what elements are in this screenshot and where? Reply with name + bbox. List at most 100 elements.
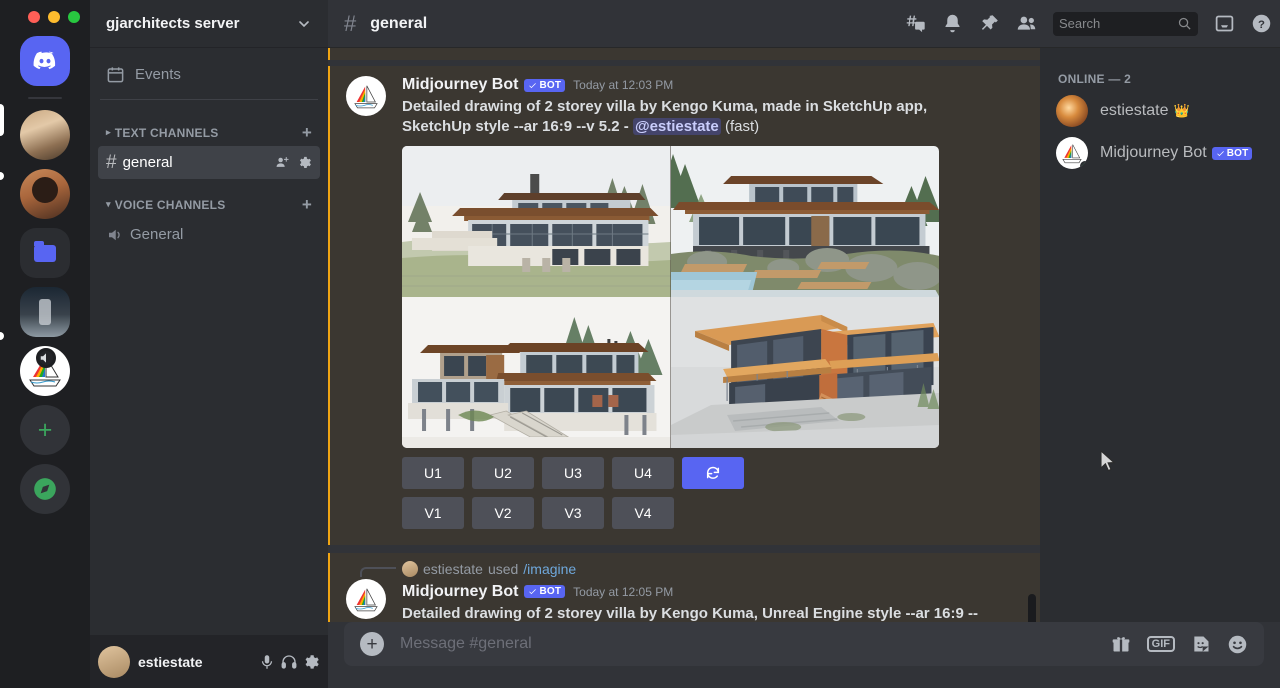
message-composer: + Message #general GIF	[328, 622, 1280, 688]
member-name-label: estiestate	[1100, 102, 1168, 120]
category-text-channels[interactable]: ▸ TEXT CHANNELS +	[90, 108, 328, 145]
folder-icon	[34, 245, 56, 262]
gift-icon[interactable]	[1111, 634, 1131, 654]
minimize-window-button[interactable]	[48, 11, 60, 23]
verified-check-icon	[1216, 149, 1225, 158]
mute-mic-button[interactable]	[258, 653, 276, 671]
message-gap	[328, 545, 1040, 553]
upscale-u4-button[interactable]: U4	[612, 457, 674, 489]
message-input-box[interactable]: + Message #general GIF	[344, 622, 1264, 666]
chevron-down-icon[interactable]	[296, 16, 312, 32]
prompt-line-1: Detailed drawing of 2 storey villa by Ke…	[402, 605, 978, 622]
job-status: (fast)	[725, 118, 759, 135]
server-midjourney[interactable]	[20, 346, 70, 396]
variation-button-row: V1 V2 V3 V4	[402, 497, 1024, 529]
sailboat-icon	[349, 582, 383, 616]
message-timestamp: Today at 12:03 PM	[573, 78, 673, 92]
member-item-estiestate[interactable]: estiestate 👑	[1048, 90, 1272, 132]
chevron-right-icon[interactable]: ▸	[106, 127, 111, 138]
discord-logo-icon	[31, 47, 59, 75]
bot-badge: BOT	[1212, 147, 1253, 160]
bell-icon[interactable]	[942, 13, 963, 34]
add-server-button[interactable]: +	[20, 405, 70, 455]
image-quadrant-1[interactable]	[402, 146, 671, 297]
explore-servers-button[interactable]	[20, 464, 70, 514]
reroll-button[interactable]	[682, 457, 744, 489]
server-rail: +	[0, 0, 90, 688]
slash-command-link[interactable]: /imagine	[523, 561, 576, 577]
message-input[interactable]: Message #general	[400, 635, 1095, 653]
message-author[interactable]: Midjourney Bot	[402, 583, 518, 601]
server-unread-pill	[0, 172, 4, 180]
help-icon[interactable]: ?	[1251, 13, 1272, 34]
member-name-label: Midjourney Bot	[1100, 144, 1207, 162]
attach-file-button[interactable]: +	[360, 632, 384, 656]
member-list: ONLINE — 2 estiestate 👑	[1040, 48, 1280, 622]
threads-icon[interactable]	[905, 13, 926, 34]
variation-v1-button[interactable]: V1	[402, 497, 464, 529]
prompt-line-2: SketchUp style --ar 16:9 --v 5.2	[402, 118, 620, 135]
channel-sidebar: gjarchitects server Events ▸ TEXT CHANNE…	[90, 0, 328, 688]
sidebar-divider	[100, 99, 318, 100]
server-header[interactable]: gjarchitects server	[90, 0, 328, 48]
sidebar-item-events[interactable]: Events	[98, 57, 320, 91]
chevron-down-small-icon[interactable]: ▾	[106, 199, 111, 210]
reply-username[interactable]: estiestate	[423, 561, 483, 577]
variation-v4-button[interactable]: V4	[612, 497, 674, 529]
window-controls[interactable]	[28, 11, 80, 23]
server-moon[interactable]	[20, 287, 70, 337]
inbox-icon[interactable]	[1214, 13, 1235, 34]
category-label: TEXT CHANNELS	[115, 126, 219, 140]
variation-v2-button[interactable]: V2	[472, 497, 534, 529]
avatar[interactable]	[346, 579, 386, 619]
members-icon[interactable]	[1016, 13, 1037, 34]
search-icon	[1177, 16, 1192, 31]
gear-icon[interactable]	[297, 155, 312, 170]
message-text: Detailed drawing of 2 storey villa by Ke…	[402, 97, 1024, 138]
add-text-channel-button[interactable]: +	[302, 124, 320, 141]
compass-icon	[32, 476, 58, 502]
reply-action: used	[488, 561, 518, 577]
upscale-u2-button[interactable]: U2	[472, 457, 534, 489]
pin-icon[interactable]	[979, 13, 1000, 34]
server-avatar-2[interactable]	[20, 169, 70, 219]
avatar[interactable]	[98, 646, 130, 678]
server-folder[interactable]	[20, 228, 70, 278]
search-input[interactable]: Search	[1053, 12, 1198, 36]
reroll-icon	[705, 465, 721, 481]
gif-icon[interactable]: GIF	[1147, 636, 1175, 652]
image-quadrant-2[interactable]	[671, 146, 940, 297]
command-reference: estiestate used /imagine	[402, 559, 1024, 579]
message-author[interactable]: Midjourney Bot	[402, 76, 518, 94]
avatar	[1056, 137, 1088, 169]
category-voice-channels[interactable]: ▾ VOICE CHANNELS +	[90, 180, 328, 217]
maximize-window-button[interactable]	[68, 11, 80, 23]
partial-message-top	[328, 48, 1040, 60]
upscale-u1-button[interactable]: U1	[402, 457, 464, 489]
user-mention[interactable]: @estiestate	[633, 118, 721, 135]
close-window-button[interactable]	[28, 11, 40, 23]
avatar[interactable]	[346, 76, 386, 116]
user-settings-button[interactable]	[302, 653, 320, 671]
speaker-icon	[106, 226, 124, 244]
scrollbar-thumb[interactable]	[1028, 594, 1036, 622]
sidebar-item-voice-general[interactable]: General	[98, 218, 320, 251]
online-status-indicator	[1080, 161, 1088, 169]
deafen-button[interactable]	[280, 653, 298, 671]
image-quadrant-3[interactable]	[402, 297, 671, 448]
server-avatar-1[interactable]	[20, 110, 70, 160]
emoji-icon[interactable]	[1227, 634, 1248, 655]
member-item-midjourney-bot[interactable]: Midjourney Bot BOT	[1048, 132, 1272, 174]
add-voice-channel-button[interactable]: +	[302, 196, 320, 213]
add-member-icon[interactable]	[275, 155, 290, 170]
image-quadrant-4[interactable]	[671, 297, 940, 448]
message-scrollbar[interactable]	[1028, 48, 1036, 622]
variation-v3-button[interactable]: V3	[542, 497, 604, 529]
upscale-u3-button[interactable]: U3	[542, 457, 604, 489]
sticker-icon[interactable]	[1191, 634, 1211, 654]
sidebar-item-general[interactable]: # general	[98, 146, 320, 179]
crown-icon: 👑	[1173, 103, 1189, 119]
discord-home-button[interactable]	[20, 36, 70, 86]
generated-image-grid[interactable]	[402, 146, 939, 448]
server-name: gjarchitects server	[106, 15, 239, 32]
